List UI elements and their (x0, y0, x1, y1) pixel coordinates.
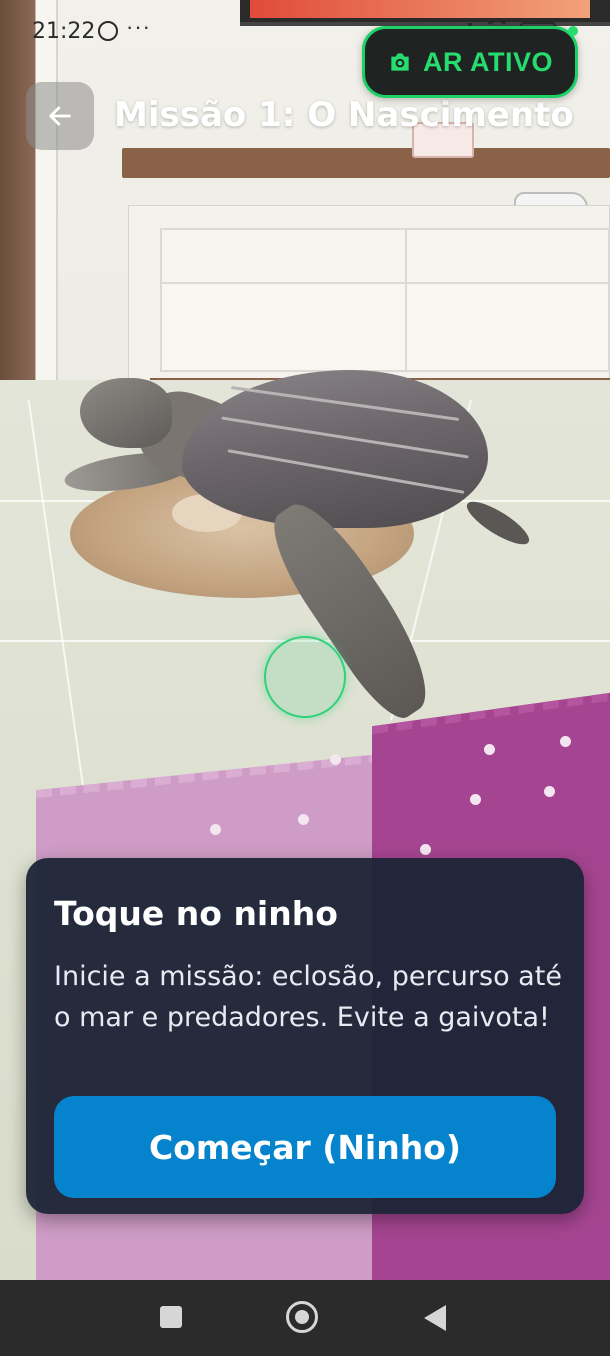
mission-card: Toque no ninho Inicie a missão: eclosão,… (26, 858, 584, 1214)
mat-dot (298, 814, 309, 825)
tap-target-ring[interactable] (264, 636, 346, 718)
mat-dot (210, 824, 221, 835)
mat-dot (544, 786, 555, 797)
back-button[interactable] (26, 82, 94, 150)
mission-description: Inicie a missão: eclosão, percurso até o… (54, 961, 562, 1033)
mat-dot (420, 844, 431, 855)
background-door-frame (36, 0, 58, 400)
cabinet-door (160, 282, 416, 372)
status-time: 21:22 (32, 19, 96, 44)
status-more-indicator: ··· (126, 14, 151, 39)
start-nest-button[interactable]: Começar (Ninho) (54, 1096, 556, 1198)
whatsapp-icon (98, 21, 118, 41)
mat-dot (330, 754, 341, 765)
mat-dot (470, 794, 481, 805)
back-triangle-icon[interactable] (424, 1305, 446, 1331)
camera-icon (391, 53, 409, 71)
arrow-left-icon (49, 106, 71, 126)
mission-title: Toque no ninho (54, 894, 338, 933)
cabinet-drawer (405, 228, 610, 284)
turtle-head (80, 378, 172, 448)
ar-indicator-dot (568, 26, 578, 36)
home-icon[interactable] (286, 1301, 318, 1333)
mat-dot (560, 736, 571, 747)
system-nav-bar (0, 1280, 610, 1356)
background-shelf (122, 148, 610, 178)
cabinet-door (405, 282, 610, 372)
page-title: Missão 1: O Nascimento (114, 95, 574, 135)
cabinet-drawer (160, 228, 416, 284)
mat-dot (484, 744, 495, 755)
recent-apps-icon[interactable] (160, 1306, 182, 1328)
ar-status-badge[interactable]: AR ATIVO (362, 26, 578, 98)
ar-badge-label: AR ATIVO (423, 46, 553, 77)
